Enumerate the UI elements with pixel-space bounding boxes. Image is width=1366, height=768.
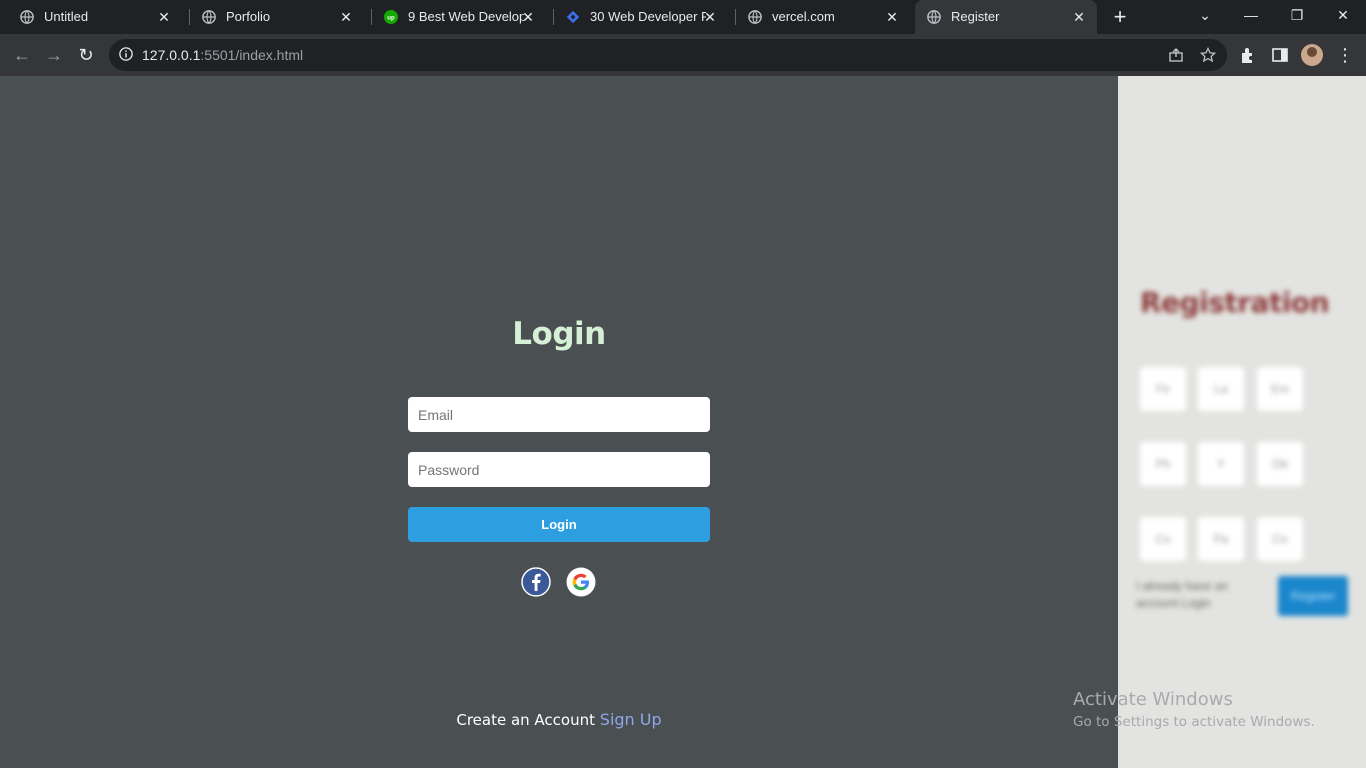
tab-register[interactable]: Register ✕ — [915, 0, 1097, 34]
url-host: 127.0.0.1 — [142, 47, 201, 63]
tab-title: 9 Best Web Develope — [408, 9, 524, 24]
tab-title: vercel.com — [772, 9, 835, 24]
close-tab-icon[interactable]: ✕ — [156, 0, 172, 34]
reload-icon[interactable]: ↻ — [74, 43, 98, 67]
side-panel-icon[interactable] — [1270, 45, 1290, 65]
google-icon[interactable] — [566, 567, 596, 597]
menu-kebab-icon[interactable]: ⋮ — [1336, 45, 1354, 65]
forward-arrow-icon[interactable]: → — [42, 43, 66, 67]
registration-field[interactable]: Ob — [1257, 442, 1303, 486]
close-tab-icon[interactable]: ✕ — [1071, 0, 1087, 34]
globe-icon — [927, 10, 941, 24]
bookmark-star-icon[interactable] — [1200, 47, 1216, 63]
url-path: :5501/index.html — [200, 47, 304, 63]
share-icon[interactable] — [1168, 47, 1184, 63]
registration-field[interactable]: Y — [1198, 442, 1244, 486]
tab-porfolio[interactable]: Porfolio ✕ — [182, 0, 364, 34]
restore-button[interactable]: ❐ — [1277, 0, 1317, 30]
close-tab-icon[interactable]: ✕ — [338, 0, 354, 34]
tab-title: 30 Web Developer Po — [590, 9, 706, 24]
svg-text:up: up — [387, 15, 395, 22]
tab-30-web-developer[interactable]: 30 Web Developer Po ✕ — [546, 0, 728, 34]
signup-prefix: Create an Account — [456, 711, 595, 729]
signup-link[interactable]: Sign Up — [600, 710, 662, 729]
globe-icon — [748, 10, 762, 24]
tab-untitled[interactable]: Untitled ✕ — [0, 0, 182, 34]
minimize-button[interactable]: — — [1231, 0, 1271, 30]
address-bar[interactable]: 127.0.0.1:5501/index.html — [109, 39, 1227, 71]
close-tab-icon[interactable]: ✕ — [884, 0, 900, 34]
activate-windows-watermark: Activate Windows Go to Settings to activ… — [1073, 689, 1315, 733]
login-title: Login — [512, 316, 606, 352]
registration-field[interactable]: La — [1198, 367, 1244, 411]
tab-vercel[interactable]: vercel.com ✕ — [728, 0, 910, 34]
back-arrow-icon[interactable]: ← — [10, 43, 34, 67]
registration-panel: Registration Fir La Em Ph Y Ob Co Pa Co … — [1118, 76, 1366, 768]
registration-field[interactable]: Fir — [1140, 367, 1186, 411]
watermark-line-1: Activate Windows — [1073, 689, 1233, 710]
register-button[interactable]: Register — [1278, 576, 1348, 616]
tab-strip: Untitled ✕ Porfolio ✕ up 9 Best Web Deve… — [0, 0, 1366, 34]
login-button[interactable]: Login — [408, 507, 710, 542]
password-input[interactable] — [408, 452, 710, 487]
globe-icon — [202, 10, 216, 24]
tab-upwork[interactable]: up 9 Best Web Develope ✕ — [364, 0, 546, 34]
new-tab-button[interactable]: + — [1110, 6, 1130, 28]
extensions-puzzle-icon[interactable] — [1238, 45, 1258, 65]
close-tab-icon[interactable]: ✕ — [520, 0, 536, 34]
info-icon[interactable] — [119, 47, 133, 61]
diamond-icon — [566, 10, 580, 24]
close-window-button[interactable]: ✕ — [1323, 0, 1363, 30]
registration-login-note[interactable]: I already have an account Login — [1136, 578, 1254, 612]
signup-prompt: Create an Account Sign Up — [408, 710, 710, 729]
globe-icon — [20, 10, 34, 24]
upwork-icon: up — [384, 10, 398, 24]
registration-field[interactable]: Pa — [1198, 517, 1244, 561]
registration-field[interactable]: Co — [1140, 517, 1186, 561]
tab-title: Register — [951, 9, 1000, 24]
email-input[interactable] — [408, 397, 710, 432]
close-tab-icon[interactable]: ✕ — [702, 0, 718, 34]
registration-title: Registration — [1140, 286, 1330, 319]
registration-panel-blurred: Registration Fir La Em Ph Y Ob Co Pa Co … — [1118, 76, 1366, 768]
url-text: 127.0.0.1:5501/index.html — [142, 39, 303, 71]
watermark-line-2: Go to Settings to activate Windows. — [1073, 714, 1315, 730]
registration-field[interactable]: Ph — [1140, 442, 1186, 486]
facebook-icon[interactable] — [521, 567, 551, 597]
tab-title: Porfolio — [226, 9, 271, 24]
registration-field[interactable]: Co — [1257, 517, 1303, 561]
page-content: Login Login Create an Account Sign Up Re… — [0, 76, 1366, 768]
tab-title: Untitled — [44, 9, 89, 24]
profile-avatar[interactable] — [1301, 44, 1323, 66]
browser-toolbar: ← → ↻ 127.0.0.1:5501/index.html ⋮ — [0, 34, 1366, 76]
registration-field[interactable]: Em — [1257, 367, 1303, 411]
tab-search-chevron-icon[interactable]: ⌄ — [1185, 0, 1225, 30]
